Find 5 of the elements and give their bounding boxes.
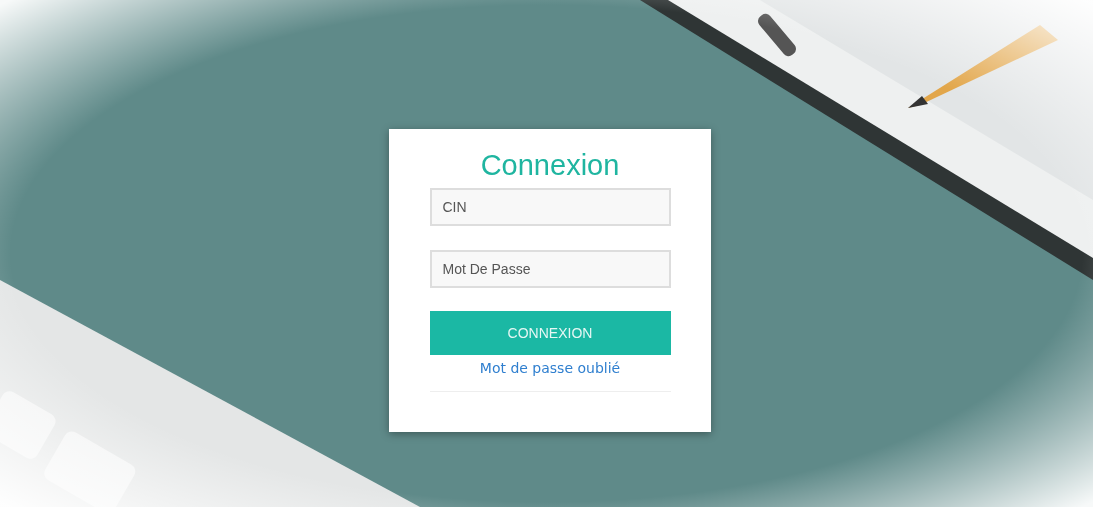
- login-button[interactable]: CONNEXION: [429, 311, 671, 355]
- forgot-password-link[interactable]: Mot de passe oublié: [479, 360, 621, 376]
- password-field[interactable]: Mot De Passe: [429, 250, 671, 288]
- login-title: Connexion: [480, 148, 620, 182]
- cin-field[interactable]: CIN: [429, 188, 671, 226]
